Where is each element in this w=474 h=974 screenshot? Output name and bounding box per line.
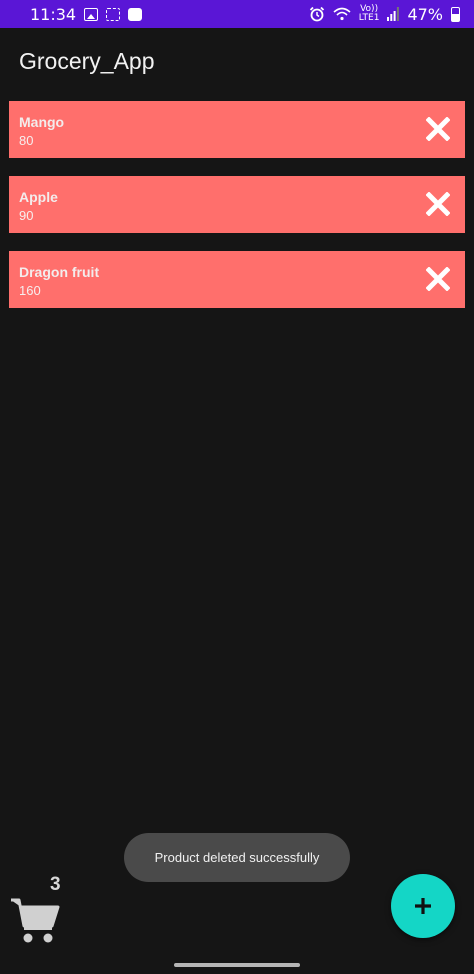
- cart-icon: [11, 898, 60, 943]
- product-price: 80: [19, 133, 34, 148]
- status-bar-left: 11:34: [30, 4, 143, 24]
- battery-icon: [451, 6, 460, 22]
- product-name: Mango: [19, 114, 65, 130]
- delete-product-button[interactable]: [425, 116, 451, 142]
- status-time: 11:34: [30, 4, 77, 24]
- cart-count-badge: 3: [50, 874, 61, 895]
- battery-percent: 47%: [407, 4, 443, 24]
- close-icon: [426, 267, 450, 291]
- product-name: Apple: [19, 189, 58, 205]
- product-name: Dragon fruit: [19, 264, 100, 280]
- product-card[interactable]: Mango 80: [9, 101, 465, 158]
- close-icon: [426, 117, 450, 141]
- app-title: Grocery_App: [19, 48, 155, 74]
- delete-product-button[interactable]: [425, 266, 451, 292]
- system-nav-bar: [0, 954, 474, 974]
- gallery-notification-icon: [84, 7, 99, 21]
- product-card[interactable]: Dragon fruit 160: [9, 251, 465, 308]
- lte-label: LTE1: [358, 13, 380, 23]
- cart-button[interactable]: [10, 896, 60, 944]
- toast-message: Product deleted successfully: [124, 833, 350, 882]
- add-product-button[interactable]: [391, 874, 455, 938]
- plus-icon: [415, 898, 431, 914]
- volte-indicator: Vo)) LTE1: [359, 5, 380, 23]
- product-list: Mango 80 Apple 90 Dragon fruit 160: [9, 101, 465, 326]
- close-icon: [426, 192, 450, 216]
- product-card[interactable]: Apple 90: [9, 176, 465, 233]
- status-bar: 11:34 Vo)) LTE1 47%: [0, 0, 474, 28]
- delete-product-button[interactable]: [425, 191, 451, 217]
- toast-text: Product deleted successfully: [154, 850, 320, 865]
- screenshot-notification-icon: [106, 7, 121, 21]
- status-bar-right: Vo)) LTE1 47%: [309, 5, 460, 24]
- cast-notification-icon: [128, 7, 143, 21]
- home-gesture-bar[interactable]: [174, 963, 300, 967]
- alarm-icon: [309, 6, 324, 22]
- product-price: 90: [19, 208, 34, 223]
- product-price: 160: [19, 283, 41, 298]
- wifi-icon: [333, 7, 351, 21]
- signal-icon: [387, 7, 400, 21]
